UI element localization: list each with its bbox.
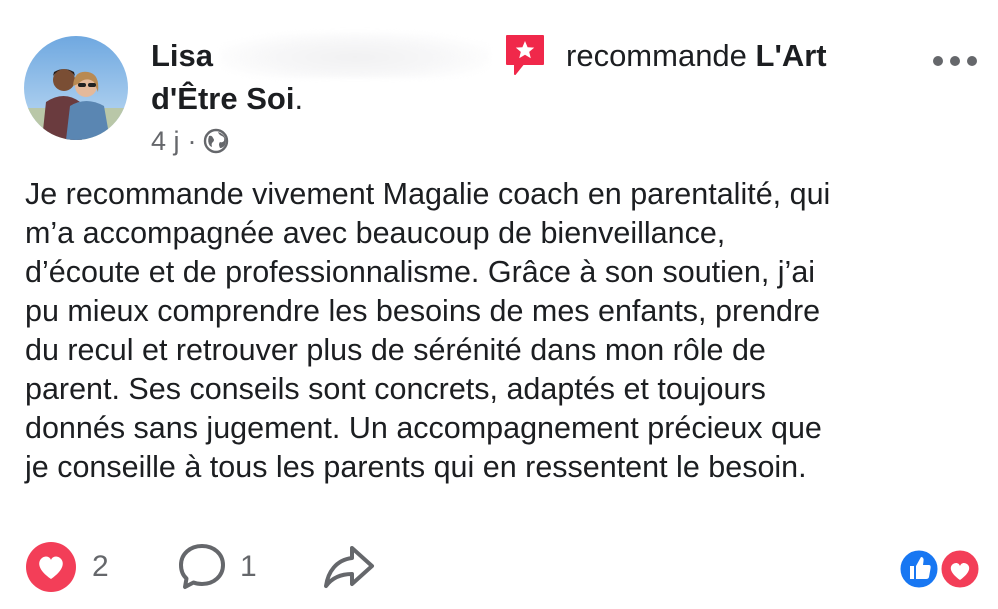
- meta-separator: ·: [187, 126, 197, 156]
- like-button[interactable]: 2: [24, 540, 109, 594]
- share-button[interactable]: [322, 542, 376, 592]
- comment-count: 1: [240, 550, 257, 583]
- recommend-line-2: d'Être Soi.: [151, 79, 303, 119]
- like-count: 2: [92, 550, 109, 583]
- page-name-part1[interactable]: L'Art: [756, 38, 827, 73]
- avatar-photo: [24, 36, 128, 140]
- recommend-verb: recommande: [566, 38, 747, 73]
- comment-button[interactable]: 1: [176, 542, 257, 592]
- avatar[interactable]: [24, 36, 128, 140]
- blurred-name: [220, 32, 490, 78]
- post-body-line: m’a accompagnée avec beaucoup de bienvei…: [25, 216, 726, 250]
- page-name-end: .: [294, 81, 304, 116]
- heart-icon: [26, 542, 76, 592]
- post-body-line: d’écoute et de professionnalisme. Grâce …: [25, 255, 816, 289]
- comment-icon: [179, 544, 225, 589]
- post-body-line: donnés sans jugement. Un accompagnement …: [25, 411, 822, 445]
- post-body-line: je conseille à tous les parents qui en r…: [25, 450, 807, 484]
- post-meta: 4 j ·: [151, 124, 229, 158]
- reactions-summary[interactable]: [898, 546, 984, 592]
- globe-icon[interactable]: [203, 128, 229, 154]
- post-body-line: Je recommande vivement Magalie coach en …: [25, 177, 831, 211]
- action-bar: 2 1: [0, 540, 998, 594]
- post-body-line: du recul et retrouver plus de sérénité d…: [25, 333, 766, 367]
- author-name[interactable]: Lisa: [151, 36, 213, 76]
- share-icon: [324, 546, 374, 588]
- more-options-icon[interactable]: [932, 55, 978, 67]
- post-time[interactable]: 4 j: [151, 124, 180, 158]
- recommend-line: recommande L'Art: [566, 36, 827, 76]
- post-body-line: parent. Ses conseils sont concrets, adap…: [25, 372, 766, 406]
- post-body: Je recommande vivement Magalie coach en …: [25, 175, 985, 487]
- page-name-part2[interactable]: d'Être Soi: [151, 81, 294, 116]
- recommend-icon: [506, 35, 544, 75]
- post-body-line: pu mieux comprendre les besoins de mes e…: [25, 294, 821, 328]
